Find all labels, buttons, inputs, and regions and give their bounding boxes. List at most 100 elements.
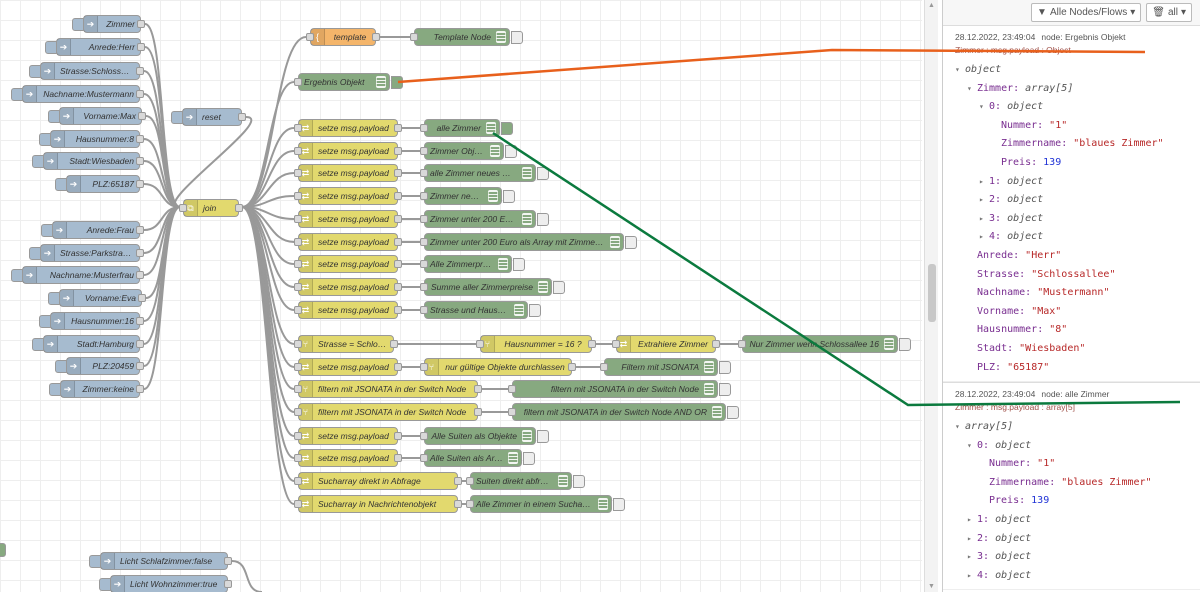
debug-toggle-button[interactable] bbox=[537, 167, 549, 180]
switch-hausnummer-16[interactable]: ⑂ Hausnummer = 16 ? bbox=[476, 335, 596, 353]
change-setze-payload[interactable]: ⇄ setze msg.payload bbox=[294, 164, 402, 182]
output-port[interactable] bbox=[136, 157, 144, 165]
change-setze-payload[interactable]: ⇄ setze msg.payload bbox=[294, 142, 402, 160]
inject-button[interactable] bbox=[72, 18, 84, 31]
debug-node[interactable]: Zimmer unter 200 Euro als Array mit Zimm… bbox=[420, 233, 637, 251]
change-setze-payload[interactable]: ⇄ setze msg.payload bbox=[294, 119, 402, 137]
inject-button[interactable] bbox=[171, 111, 183, 124]
output-port[interactable] bbox=[224, 580, 232, 588]
tree-row[interactable]: ▾ object bbox=[955, 61, 1190, 80]
caret-down-icon[interactable]: ▾ bbox=[979, 98, 989, 117]
tree-row[interactable]: ▸ 4: object bbox=[955, 228, 1190, 247]
input-port[interactable] bbox=[466, 477, 474, 485]
tree-row[interactable]: ▾ array[5] bbox=[955, 418, 1190, 437]
output-port[interactable] bbox=[394, 215, 402, 223]
debug-ergebnis-objekt[interactable]: Ergebnis Objekt bbox=[294, 73, 403, 91]
inject-vorname-eva[interactable]: ➔ Vorname:Eva bbox=[48, 289, 146, 307]
inject-anrede-herr[interactable]: ➔ Anrede:Herr bbox=[45, 38, 145, 56]
output-port[interactable] bbox=[136, 317, 144, 325]
output-port[interactable] bbox=[136, 271, 144, 279]
output-port[interactable] bbox=[136, 385, 144, 393]
tree-row[interactable]: ▸ 1: object bbox=[955, 511, 1190, 530]
inject-button[interactable] bbox=[29, 65, 41, 78]
output-port[interactable] bbox=[394, 124, 402, 132]
debug-node[interactable]: Zimmer Objekt bbox=[420, 142, 517, 160]
output-port[interactable] bbox=[394, 260, 402, 268]
inject-strasse-schlossallee[interactable]: ➔ Strasse:Schlossallee bbox=[29, 62, 144, 80]
inject-zimmer-keine[interactable]: ➔ Zimmer:keine bbox=[49, 380, 144, 398]
output-port[interactable] bbox=[568, 363, 576, 371]
caret-right-icon[interactable]: ▸ bbox=[967, 567, 977, 586]
inject-strasse-parkstrasse[interactable]: ➔ Strasse:Parkstrasse bbox=[29, 244, 144, 262]
output-port[interactable] bbox=[136, 340, 144, 348]
input-port[interactable] bbox=[294, 363, 302, 371]
change-extrahiere-zimmer[interactable]: ⇄ Extrahiere Zimmer bbox=[612, 335, 720, 353]
inject-anrede-frau[interactable]: ➔ Anrede:Frau bbox=[41, 221, 144, 239]
inject-button[interactable] bbox=[89, 555, 101, 568]
inject-button[interactable] bbox=[41, 224, 53, 237]
inject-hausnummer-16[interactable]: ➔ Hausnummer:16 bbox=[39, 312, 144, 330]
flow-workspace[interactable]: ➔ Zimmer ➔ Anrede:Herr ➔ Strasse:Schlossallee… bbox=[0, 0, 922, 592]
debug-filtern-jsonata-and-or[interactable]: filtern mit JSONATA in der Switch Node A… bbox=[508, 403, 739, 421]
input-port[interactable] bbox=[420, 192, 428, 200]
inject-button[interactable] bbox=[11, 88, 23, 101]
output-port[interactable] bbox=[474, 385, 482, 393]
debug-node[interactable]: alle Zimmer neues Objekt bbox=[420, 164, 549, 182]
output-port[interactable] bbox=[136, 362, 144, 370]
change-setze-payload[interactable]: ⇄ setze msg.payload bbox=[294, 255, 402, 273]
input-port[interactable] bbox=[420, 363, 428, 371]
debug-msg-path[interactable]: Zimmer : msg.payload : Object bbox=[955, 45, 1190, 55]
debug-node[interactable]: Summe aller Zimmerpreise bbox=[420, 278, 565, 296]
input-port[interactable] bbox=[294, 124, 302, 132]
change-setze-payload[interactable]: ⇄ setze msg.payload bbox=[294, 301, 402, 319]
change-setze-payload[interactable]: ⇄ setze msg.payload bbox=[294, 278, 402, 296]
inject-button[interactable] bbox=[32, 155, 44, 168]
inject-button[interactable] bbox=[39, 133, 51, 146]
debug-toggle-button[interactable] bbox=[625, 236, 637, 249]
input-port[interactable] bbox=[466, 500, 474, 508]
change-setze-payload[interactable]: ⇄ setze msg.payload bbox=[294, 233, 402, 251]
caret-right-icon[interactable]: ▸ bbox=[979, 228, 989, 247]
output-port[interactable] bbox=[136, 180, 144, 188]
template-node[interactable]: {template bbox=[306, 28, 380, 46]
debug-node-link[interactable]: node: Ergebnis Objekt bbox=[1041, 32, 1125, 42]
input-port[interactable] bbox=[294, 454, 302, 462]
input-port[interactable] bbox=[476, 340, 484, 348]
output-port[interactable] bbox=[394, 283, 402, 291]
inject-plz-65187[interactable]: ➔ PLZ:65187 bbox=[55, 175, 144, 193]
inject-button[interactable] bbox=[45, 41, 57, 54]
switch-nur-gueltige-objekte[interactable]: ⑂ nur gültige Objekte durchlassen bbox=[420, 358, 576, 376]
input-port[interactable] bbox=[294, 169, 302, 177]
inject-button[interactable] bbox=[48, 292, 60, 305]
input-port[interactable] bbox=[294, 215, 302, 223]
scroll-up-icon[interactable]: ▲ bbox=[928, 2, 935, 9]
caret-right-icon[interactable]: ▸ bbox=[967, 511, 977, 530]
inject-nachname-musterfrau[interactable]: ➔ Nachname:Musterfrau bbox=[11, 266, 144, 284]
debug-toggle-button[interactable] bbox=[511, 31, 523, 44]
partial-node[interactable] bbox=[0, 543, 6, 557]
debug-filtern-mit-jsonata[interactable]: Filtern mit JSONATA bbox=[600, 358, 731, 376]
caret-right-icon[interactable]: ▸ bbox=[967, 548, 977, 567]
output-port[interactable] bbox=[136, 249, 144, 257]
input-port[interactable] bbox=[420, 283, 428, 291]
input-port[interactable] bbox=[294, 408, 302, 416]
debug-toggle-button[interactable] bbox=[537, 213, 549, 226]
inject-button[interactable] bbox=[99, 578, 111, 591]
debug-toggle-button[interactable] bbox=[503, 190, 515, 203]
output-port[interactable] bbox=[394, 454, 402, 462]
input-port[interactable] bbox=[294, 147, 302, 155]
output-port[interactable] bbox=[235, 204, 243, 212]
output-port[interactable] bbox=[454, 477, 462, 485]
input-port[interactable] bbox=[508, 385, 516, 393]
change-setze-payload[interactable]: ⇄ setze msg.payload bbox=[294, 210, 402, 228]
output-port[interactable] bbox=[137, 20, 145, 28]
output-port[interactable] bbox=[137, 43, 145, 51]
output-port[interactable] bbox=[712, 340, 720, 348]
inject-nachname-mustermann[interactable]: ➔ Nachname:Mustermann bbox=[11, 85, 144, 103]
debug-toggle-button[interactable] bbox=[537, 430, 549, 443]
inject-licht-wohnzimmer[interactable]: ➔ Licht Wohnzimmer:true bbox=[99, 575, 232, 592]
input-port[interactable] bbox=[294, 340, 302, 348]
input-port[interactable] bbox=[612, 340, 620, 348]
filter-dropdown[interactable]: ▼ Alle Nodes/Flows ▾ bbox=[1031, 3, 1142, 22]
input-port[interactable] bbox=[294, 306, 302, 314]
